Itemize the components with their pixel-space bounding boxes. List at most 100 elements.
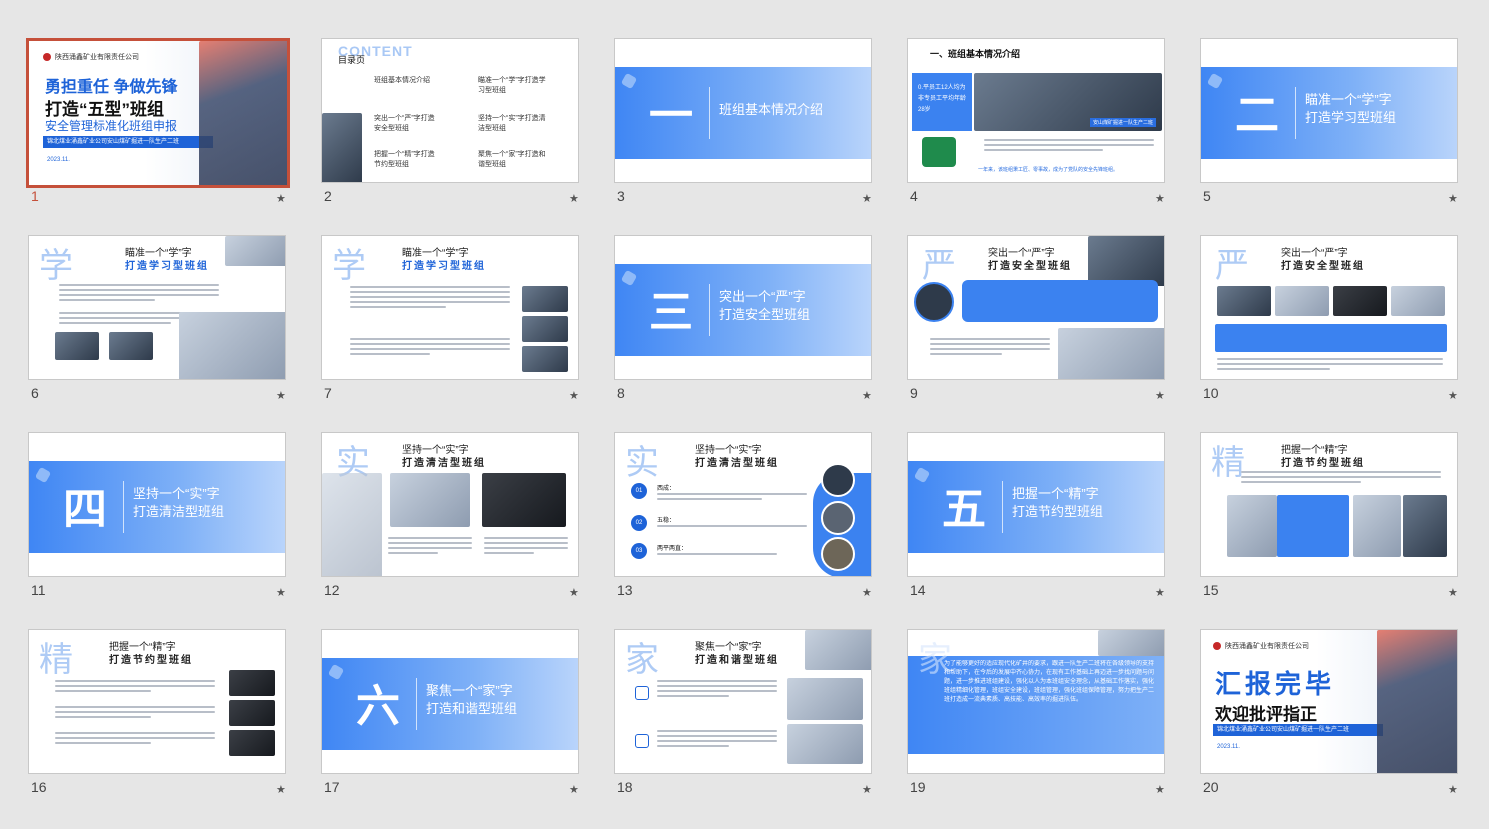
body-text <box>55 706 215 721</box>
section-title-line1: 突出一个“严”字 <box>719 289 806 304</box>
slide-thumbnail-5[interactable]: 二 瞄准一个“学”字 打造学习型班组 <box>1200 38 1458 183</box>
slide-thumbnail-13[interactable]: 实 坚持一个“实”字 打造清洁型班组 01 西成： 02 五稳： 03 两平两直… <box>614 432 872 577</box>
star-icon[interactable]: ★ <box>1155 192 1165 205</box>
divider <box>416 678 417 730</box>
section-title-line1: 聚焦一个“家”字 <box>426 683 513 698</box>
slide-thumbnail-17[interactable]: 六 聚焦一个“家”字 打造和谐型班组 <box>321 629 579 774</box>
star-icon[interactable]: ★ <box>276 783 286 796</box>
activity-photo <box>1391 286 1445 316</box>
star-icon[interactable]: ★ <box>862 586 872 599</box>
slide-thumbnail-1[interactable]: 陕西涌鑫矿业有限责任公司 勇担重任 争做先锋 打造“五型”班组 安全管理标准化班… <box>26 38 290 188</box>
office-photo <box>1227 495 1277 557</box>
slide-heading-2: 打造学习型班组 <box>125 261 209 272</box>
toc-item-3[interactable]: 突出一个“严”字打造安全型班组 <box>374 113 440 133</box>
star-icon[interactable]: ★ <box>862 389 872 402</box>
slide-thumbnail-12[interactable]: 实 坚持一个“实”字 打造清洁型班组 <box>321 432 579 577</box>
label-3: 两平两直： <box>657 546 688 552</box>
watermark-char: 精 <box>39 640 73 680</box>
slide-thumbnail-9[interactable]: 严 突出一个“严”字 打造安全型班组 <box>907 235 1165 380</box>
watermark-char: 学 <box>39 246 73 286</box>
company-name: 陕西涌鑫矿业有限责任公司 <box>55 54 139 61</box>
group-photo <box>787 724 863 764</box>
toc-item-6[interactable]: 聚焦一个“家”字打造和谐型班组 <box>478 149 548 169</box>
slide-thumbnail-6[interactable]: 学 瞄准一个“学”字 打造学习型班组 <box>28 235 286 380</box>
slide-thumbnail-14[interactable]: 五 把握一个“精”字 打造节约型班组 <box>907 432 1165 577</box>
slide-thumbnail-19[interactable]: 家 为了能够更好的适应现代化矿井的要求，跟进一队生产二班将在各级领导的支持和帮助… <box>907 629 1165 774</box>
star-icon[interactable]: ★ <box>1155 389 1165 402</box>
slide-thumbnail-8[interactable]: 三 突出一个“严”字 打造安全型班组 <box>614 235 872 380</box>
toc-heading: 目录页 <box>338 55 366 65</box>
slide-number-15: 15 <box>1203 582 1219 598</box>
slide-thumbnail-20[interactable]: 陕西涌鑫矿业有限责任公司 汇报完毕 欢迎批评指正 锦北煤业涌鑫矿业公司安山煤矿掘… <box>1200 629 1458 774</box>
section-title-line1: 瞄准一个“学”字 <box>1305 92 1392 107</box>
toc-item-2[interactable]: 瞄准一个“学”字打造学习型班组 <box>478 75 548 95</box>
star-icon[interactable]: ★ <box>1448 192 1458 205</box>
slide-number-14: 14 <box>910 582 926 598</box>
photo-caption: 安山煤矿掘进一队生产二班 <box>1089 118 1156 127</box>
slide-thumbnail-11[interactable]: 四 坚持一个“实”字 打造清洁型班组 <box>28 432 286 577</box>
slide-heading-2: 打造安全型班组 <box>988 261 1072 272</box>
section-title-line1: 把握一个“精”字 <box>1012 486 1099 501</box>
toc-item-5[interactable]: 把握一个“精”字打造节约型班组 <box>374 149 440 169</box>
star-icon[interactable]: ★ <box>276 192 286 205</box>
star-icon[interactable]: ★ <box>862 783 872 796</box>
activity-photo <box>55 332 99 360</box>
cover-line3: 安全管理标准化班组申报 <box>45 119 178 133</box>
closing-line2: 欢迎批评指正 <box>1215 705 1317 724</box>
body-text <box>484 537 568 557</box>
activity-photo <box>522 316 568 342</box>
section-band: 三 突出一个“严”字 打造安全型班组 <box>615 264 871 356</box>
slide-thumbnail-18[interactable]: 家 聚焦一个“家”字 打造和谐型班组 <box>614 629 872 774</box>
slide-thumbnail-7[interactable]: 学 瞄准一个“学”字 打造学习型班组 <box>321 235 579 380</box>
star-icon[interactable]: ★ <box>1448 783 1458 796</box>
slide-thumbnail-4[interactable]: 一、班组基本情况介绍 0.平员工12人均为非专员工平均年龄28岁 安山煤矿掘进一… <box>907 38 1165 183</box>
cover-line1: 勇担重任 争做先锋 <box>45 79 178 96</box>
handshake-icon <box>635 734 649 748</box>
section-band: 一 班组基本情况介绍 <box>615 67 871 159</box>
cover-ribbon: 锦北煤业涌鑫矿业公司安山煤矿掘进一队生产二班 <box>43 136 213 148</box>
star-icon[interactable]: ★ <box>569 389 579 402</box>
star-icon[interactable]: ★ <box>569 192 579 205</box>
star-icon[interactable]: ★ <box>1448 389 1458 402</box>
star-icon[interactable]: ★ <box>276 389 286 402</box>
slide-number-2: 2 <box>324 188 332 204</box>
slide-thumbnail-16[interactable]: 精 把握一个“精”字 打造节约型班组 <box>28 629 286 774</box>
watermark-char: 精 <box>1211 443 1245 483</box>
slide-thumbnail-3[interactable]: 一 班组基本情况介绍 <box>614 38 872 183</box>
office-photo <box>390 473 470 527</box>
body-text <box>1241 471 1441 486</box>
star-icon[interactable]: ★ <box>569 783 579 796</box>
badge-02: 02 <box>631 515 647 531</box>
slide-thumbnail-10[interactable]: 严 突出一个“严”字 打造安全型班组 <box>1200 235 1458 380</box>
team-photo: 安山煤矿掘进一队生产二班 <box>974 73 1162 131</box>
slide-number-4: 4 <box>910 188 918 204</box>
watermark-char: 实 <box>625 443 659 483</box>
body-text <box>1217 358 1443 373</box>
label-2: 五稳： <box>657 518 676 524</box>
tunnel-photo <box>229 700 275 726</box>
highlight-box <box>962 280 1158 322</box>
star-icon[interactable]: ★ <box>862 192 872 205</box>
star-icon[interactable]: ★ <box>1448 586 1458 599</box>
toc-item-4[interactable]: 坚持一个“实”字打造清洁型班组 <box>478 113 548 133</box>
circle-photo <box>821 501 855 535</box>
slide-thumbnail-15[interactable]: 精 把握一个“精”字 打造节约型班组 <box>1200 432 1458 577</box>
workers-photo <box>199 41 287 185</box>
slide-thumbnail-2[interactable]: CONTENT 目录页 班组基本情况介绍 瞄准一个“学”字打造学习型班组 突出一… <box>321 38 579 183</box>
section-numeral: 六 <box>356 681 400 732</box>
workers-photo <box>1377 630 1457 773</box>
office-photo <box>1353 495 1401 557</box>
label-1: 西成： <box>657 486 676 492</box>
body-text <box>55 680 215 695</box>
toc-item-1[interactable]: 班组基本情况介绍 <box>374 75 440 85</box>
star-icon[interactable]: ★ <box>276 586 286 599</box>
star-icon[interactable]: ★ <box>1155 783 1165 796</box>
cover-date: 2023.11. <box>47 157 70 163</box>
body-text <box>930 338 1050 358</box>
section-numeral: 三 <box>649 287 693 338</box>
body-text <box>657 525 807 530</box>
circle-photo <box>821 537 855 571</box>
section-title-line2: 打造清洁型班组 <box>133 504 225 519</box>
star-icon[interactable]: ★ <box>569 586 579 599</box>
star-icon[interactable]: ★ <box>1155 586 1165 599</box>
